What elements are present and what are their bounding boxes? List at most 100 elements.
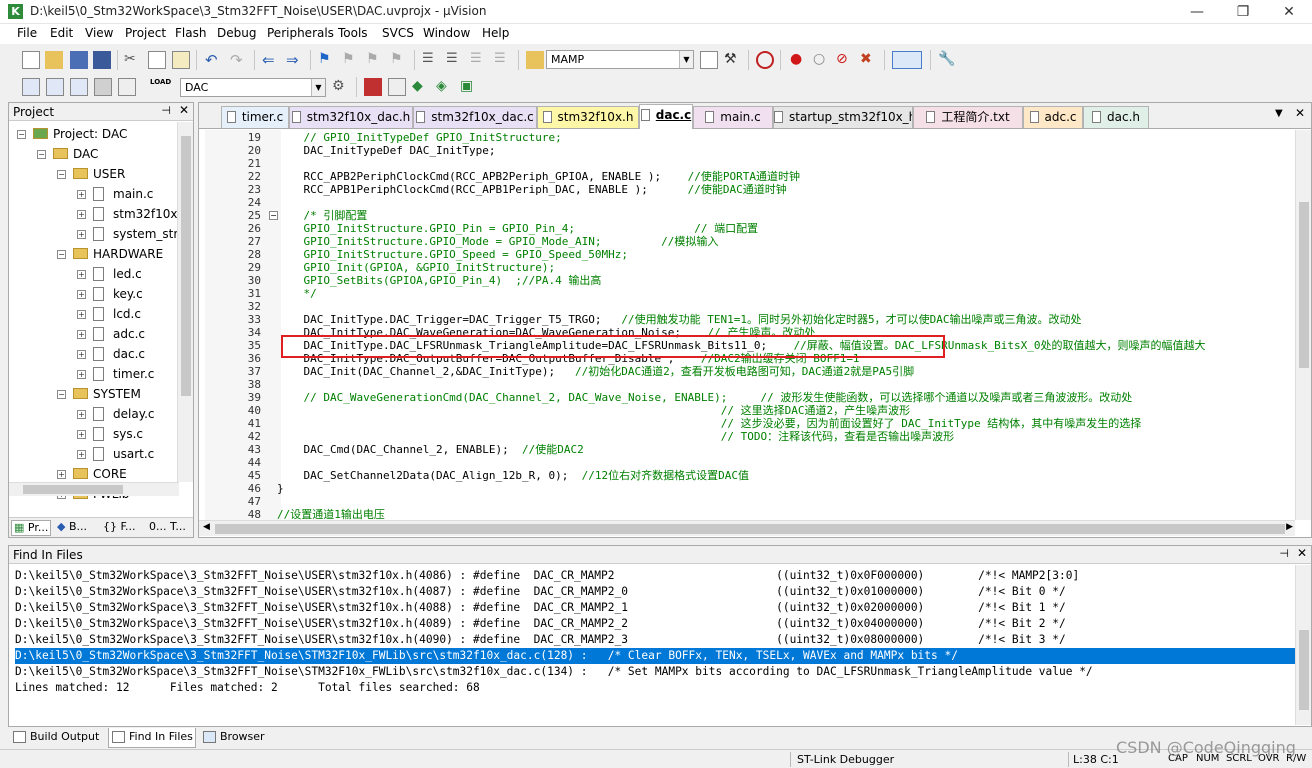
debug-session-icon[interactable] [756, 51, 774, 69]
menu-file[interactable]: File [17, 26, 37, 40]
code-line[interactable]: // 这步没必要，因为前面设置好了 DAC_InitType 结构体，其中有噪声… [277, 417, 1142, 430]
code-line[interactable]: /* 引脚配置 [277, 209, 367, 222]
menu-svcs[interactable]: SVCS [382, 26, 414, 40]
unindent-icon[interactable]: ☰ [446, 51, 464, 69]
bookmark-next-icon[interactable]: ⚑ [366, 51, 384, 69]
tab-build-output[interactable]: Build Output [10, 728, 104, 748]
menu-view[interactable]: View [85, 26, 113, 40]
code-line[interactable]: GPIO_SetBits(GPIOA,GPIO_Pin_4) ;//PA.4 输… [277, 274, 601, 287]
stop-build-icon[interactable] [118, 78, 136, 96]
file-tab[interactable]: startup_stm32f10x_hd.s [773, 106, 913, 128]
uncomment-icon[interactable]: ☰ [494, 51, 512, 69]
file-tab[interactable]: adc.c [1023, 106, 1083, 128]
expand-icon[interactable]: + [77, 290, 86, 299]
chevron-down-icon[interactable]: ▼ [311, 79, 325, 96]
tab-templates[interactable]: 0... T... [147, 520, 189, 536]
collapse-icon[interactable]: − [57, 170, 66, 179]
project-hscrollbar[interactable] [9, 482, 179, 496]
code-line[interactable]: GPIO_Init(GPIOA, &GPIO_InitStructure); [277, 261, 555, 274]
breakpoint-disable-icon[interactable]: ○ [813, 51, 831, 69]
menu-help[interactable]: Help [482, 26, 509, 40]
expand-icon[interactable]: + [77, 350, 86, 359]
close-button[interactable]: ✕ [1266, 0, 1312, 24]
file-tab[interactable]: stm32f10x.h [537, 106, 639, 128]
pin-icon[interactable]: ⊣ [1279, 547, 1289, 560]
tab-find-in-files[interactable]: Find In Files [108, 728, 196, 748]
editor-vscroll-thumb[interactable] [1299, 202, 1309, 368]
find-icon[interactable]: ⚒ [724, 51, 742, 69]
collapse-icon[interactable]: − [37, 150, 46, 159]
new-file-icon[interactable] [22, 51, 40, 69]
tab-project[interactable]: ▦ Pr... [11, 520, 51, 536]
pin-icon[interactable]: ⊣ [161, 104, 171, 117]
project-vscroll-thumb[interactable] [181, 136, 191, 396]
find-vscrollbar[interactable] [1295, 565, 1311, 725]
find-vscroll-thumb[interactable] [1299, 630, 1309, 710]
target-combo[interactable]: DAC ▼ [180, 78, 326, 97]
close-icon[interactable]: ✕ [179, 103, 189, 117]
code-line[interactable]: GPIO_InitStructure.GPIO_Pin = GPIO_Pin_4… [277, 222, 758, 235]
expand-icon[interactable]: + [77, 410, 86, 419]
nav-forward-icon[interactable]: ⇒ [286, 51, 304, 69]
editor-vscrollbar[interactable] [1295, 130, 1311, 520]
chevron-down-icon[interactable]: ▼ [679, 51, 693, 68]
collapse-icon[interactable]: − [17, 130, 26, 139]
nav-back-icon[interactable]: ⇐ [262, 51, 280, 69]
find-result-row[interactable]: D:\keil5\0_Stm32WorkSpace\3_Stm32FFT_Noi… [15, 600, 1295, 616]
copy-icon[interactable] [148, 51, 166, 69]
collapse-icon[interactable]: − [57, 250, 66, 259]
find-result-row[interactable]: D:\keil5\0_Stm32WorkSpace\3_Stm32FFT_Noi… [15, 648, 1295, 664]
expand-icon[interactable]: + [77, 210, 86, 219]
tab-browser[interactable]: Browser [200, 728, 266, 748]
file-tab[interactable]: 工程简介.txt [913, 106, 1023, 128]
close-icon[interactable]: ✕ [1297, 546, 1307, 560]
configure-icon[interactable]: 🔧 [938, 51, 956, 69]
code-line[interactable]: DAC_InitTypeDef DAC_InitType; [277, 144, 495, 157]
breakpoint-icon[interactable]: ● [790, 51, 808, 69]
redo-icon[interactable]: ↷ [230, 51, 248, 69]
indent-icon[interactable]: ☰ [422, 51, 440, 69]
open-folder-icon[interactable] [45, 51, 63, 69]
expand-icon[interactable]: + [77, 270, 86, 279]
file-tab[interactable]: stm32f10x_dac.c [413, 106, 537, 128]
find-in-files-icon[interactable] [526, 51, 544, 69]
expand-icon[interactable]: + [77, 310, 86, 319]
expand-icon[interactable]: + [77, 190, 86, 199]
close-tab-icon[interactable]: ✕ [1295, 106, 1305, 120]
menu-flash[interactable]: Flash [175, 26, 206, 40]
file-tab[interactable]: dac.h [1083, 106, 1149, 128]
tab-functions[interactable]: {} F... [101, 520, 141, 536]
rebuild-icon[interactable] [70, 78, 88, 96]
comment-icon[interactable]: ☰ [470, 51, 488, 69]
code-line[interactable]: GPIO_InitStructure.GPIO_Mode = GPIO_Mode… [277, 235, 718, 248]
breakpoint-disable-all-icon[interactable]: ⊘ [836, 51, 854, 69]
collapse-icon[interactable]: − [57, 390, 66, 399]
find-result-row[interactable]: D:\keil5\0_Stm32WorkSpace\3_Stm32FFT_Noi… [15, 616, 1295, 632]
file-extensions-icon[interactable] [388, 78, 406, 96]
code-line[interactable]: // GPIO_InitTypeDef GPIO_InitStructure; [277, 131, 561, 144]
find-combo[interactable]: MAMP ▼ [546, 50, 694, 69]
bookmark-clear-icon[interactable]: ⚑ [390, 51, 408, 69]
menu-edit[interactable]: Edit [50, 26, 73, 40]
file-tab[interactable]: timer.c [221, 106, 289, 128]
minimize-button[interactable]: — [1174, 0, 1220, 24]
save-all-icon[interactable] [93, 51, 111, 69]
code-line[interactable]: } [277, 482, 284, 495]
menu-project[interactable]: Project [125, 26, 166, 40]
paste-icon[interactable] [172, 51, 190, 69]
menu-debug[interactable]: Debug [217, 26, 256, 40]
expand-icon[interactable]: + [77, 430, 86, 439]
menu-peripherals[interactable]: Peripherals [267, 26, 334, 40]
expand-icon[interactable]: + [77, 370, 86, 379]
editor-hscrollbar[interactable]: ◀ ▶ [199, 520, 1295, 536]
code-line[interactable]: RCC_APB1PeriphClockCmd(RCC_APB1Periph_DA… [277, 183, 786, 196]
pack-installer-icon[interactable]: ◈ [436, 78, 454, 96]
code-line[interactable]: RCC_APB2PeriphClockCmd(RCC_APB2Periph_GP… [277, 170, 799, 183]
code-line[interactable]: GPIO_InitStructure.GPIO_Speed = GPIO_Spe… [277, 248, 628, 261]
editor-hscroll-thumb[interactable] [215, 524, 1285, 534]
manage-components-icon[interactable] [364, 78, 382, 96]
code-line[interactable]: DAC_Init(DAC_Channel_2,&DAC_InitType); /… [277, 365, 914, 378]
undo-icon[interactable]: ↶ [205, 51, 223, 69]
project-vscrollbar[interactable] [177, 122, 193, 482]
find-result-row[interactable]: D:\keil5\0_Stm32WorkSpace\3_Stm32FFT_Noi… [15, 664, 1295, 680]
